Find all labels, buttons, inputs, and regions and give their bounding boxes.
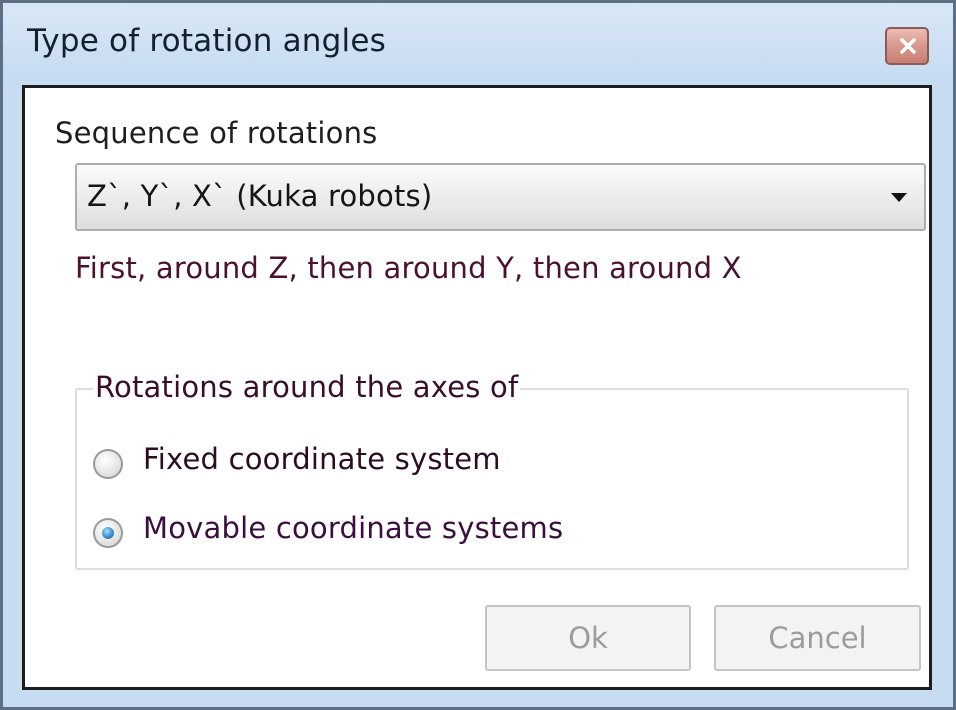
radio-fixed-label: Fixed coordinate system [143, 442, 501, 476]
sequence-description: First, around Z, then around Y, then aro… [75, 251, 742, 285]
radio-movable-label: Movable coordinate systems [143, 511, 564, 545]
radio-selected-dot [102, 527, 114, 539]
radio-button-unselected[interactable] [93, 449, 123, 479]
ok-button[interactable]: Ok [485, 605, 691, 671]
close-button[interactable] [885, 27, 929, 65]
window-title: Type of rotation angles [27, 23, 386, 59]
radio-button-selected[interactable] [93, 518, 123, 548]
sequence-label: Sequence of rotations [55, 116, 378, 150]
rotations-groupbox: Rotations around the axes of Fixed coord… [75, 370, 909, 570]
sequence-dropdown[interactable]: Z`, Y`, X` (Kuka robots) [75, 163, 926, 231]
groupbox-title: Rotations around the axes of [93, 370, 521, 404]
sequence-selected-value: Z`, Y`, X` (Kuka robots) [87, 179, 433, 213]
chevron-down-icon [891, 193, 907, 202]
dialog-content: Sequence of rotations Z`, Y`, X` (Kuka r… [22, 85, 932, 690]
cancel-button[interactable]: Cancel [714, 605, 921, 671]
title-bar[interactable]: Type of rotation angles [3, 3, 953, 85]
dialog-window: Type of rotation angles Sequence of rota… [0, 0, 956, 710]
dropdown-toggle[interactable] [880, 165, 924, 229]
close-icon [900, 38, 916, 54]
